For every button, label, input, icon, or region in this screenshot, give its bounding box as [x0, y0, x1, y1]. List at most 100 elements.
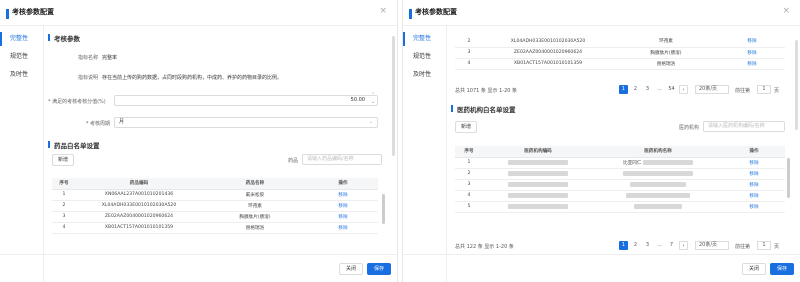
- cell-code: XL04ADH033E0010102030A520: [483, 36, 613, 48]
- cell-name: 替格瑞洛: [613, 58, 719, 70]
- drug-search-input[interactable]: 请输入药品编码/名称: [302, 154, 382, 165]
- cell-code: XB01ACT157A001010101359: [76, 222, 202, 234]
- tab-content: 考核参数 指标名称 完整率 指标说明 存在当前上传的购药数据，占同时段购药机构，…: [48, 26, 389, 254]
- goto-suffix: 页: [774, 88, 780, 94]
- cell-code: ZE02AAZ0040001020960624: [483, 47, 613, 59]
- table-row: 3 ZE02AAZ0040001020960624 胸腺肽片(肠溶) 移除: [52, 211, 378, 223]
- page-button[interactable]: 3: [643, 241, 652, 250]
- tab-completeness[interactable]: 完整性: [403, 32, 447, 46]
- config-dialog-right: 考核参数配置 × 完整性 规范性 及时性 2 XL04ADH033E001010…: [402, 0, 800, 282]
- save-button[interactable]: 保存: [367, 263, 391, 275]
- table-row: 3 移除: [455, 179, 785, 191]
- cell-code-redacted: [483, 168, 593, 180]
- dialog-footer: 关闭 保存: [403, 254, 800, 282]
- org-table: 序号 医药机构编码 医药机构名称 操作 1 比亚同仁 移除 2 移除 3 移除 …: [455, 146, 785, 213]
- remove-link[interactable]: 移除: [308, 222, 378, 234]
- table-row: 1 XN06AAL237A001010201436 氟米松胶 移除: [52, 189, 378, 201]
- threshold-input[interactable]: 50.00: [114, 95, 378, 106]
- org-search-input[interactable]: 请输入医药机构编码/名称: [703, 121, 785, 132]
- side-tabs: 完整性 规范性 及时性: [0, 26, 44, 282]
- threshold-label: * 满足的考核考核分值(%): [48, 99, 106, 105]
- page-button[interactable]: 3: [643, 85, 652, 94]
- page-button[interactable]: 1: [619, 85, 628, 94]
- remove-link[interactable]: 移除: [308, 189, 378, 201]
- cell-code-redacted: [483, 179, 593, 191]
- close-icon[interactable]: ×: [782, 6, 790, 16]
- remove-link[interactable]: 移除: [308, 211, 378, 223]
- table-row: 2 XL04ADH033E0010102030A520 环孢素 移除: [455, 36, 785, 48]
- cell-index: 4: [52, 222, 76, 234]
- cell-index: 3: [52, 211, 76, 223]
- spin-down-icon[interactable]: ⌄: [371, 99, 375, 105]
- drug-table: 序号 药品编码 药品名称 操作 1 XN06AAL237A00101020143…: [52, 178, 378, 234]
- goto-input[interactable]: 1: [757, 241, 771, 250]
- table-row: 3 ZE02AAZ0040001020960624 胸腺肽片(肠溶) 移除: [455, 47, 785, 59]
- cell-code: XB01ACT157A001010101359: [483, 58, 613, 70]
- remove-link[interactable]: 移除: [719, 47, 785, 59]
- table-row: 4 XB01ACT157A001010101359 替格瑞洛 移除: [455, 58, 785, 70]
- tab-timeliness[interactable]: 及时性: [403, 68, 447, 82]
- page-size-select[interactable]: 20条/页: [695, 241, 729, 250]
- close-button[interactable]: 关闭: [742, 263, 766, 275]
- cell-code-redacted: [483, 157, 593, 169]
- dialog-header: 考核参数配置 ×: [0, 0, 397, 26]
- remove-link[interactable]: 移除: [723, 157, 785, 169]
- page-button[interactable]: 2: [631, 241, 640, 250]
- table-scrollbar[interactable]: [382, 194, 385, 224]
- cell-name: 氟米松胶: [202, 189, 308, 201]
- goto-label: 前往第: [735, 88, 751, 94]
- page-size-select[interactable]: 20条/页: [695, 85, 729, 94]
- next-page-icon[interactable]: ›: [679, 241, 688, 250]
- org-search-placeholder: 请输入医药机构编码/名称: [708, 123, 765, 129]
- save-button[interactable]: 保存: [770, 263, 794, 275]
- page-button[interactable]: 1: [619, 241, 628, 250]
- table-header-row: 序号 药品编码 药品名称 操作: [52, 178, 378, 190]
- cell-index: 2: [52, 200, 76, 212]
- dialog-scrollbar[interactable]: [795, 40, 798, 130]
- remove-link[interactable]: 移除: [723, 179, 785, 191]
- add-button[interactable]: 新增: [455, 121, 477, 133]
- page-button[interactable]: 7: [667, 241, 676, 250]
- page-button[interactable]: 54: [667, 85, 676, 94]
- col-header-index: 序号: [52, 178, 76, 190]
- col-header-index: 序号: [455, 146, 483, 158]
- metric-name-value: 完整率: [102, 55, 118, 61]
- cell-name: 环孢素: [202, 200, 308, 212]
- cell-code: XL04ADH033E0010102030A520: [76, 200, 202, 212]
- remove-link[interactable]: 移除: [723, 201, 785, 213]
- tab-completeness[interactable]: 完整性: [0, 32, 44, 46]
- tab-timeliness[interactable]: 及时性: [0, 68, 44, 82]
- tab-standardization[interactable]: 规范性: [403, 50, 447, 64]
- spin-up-icon[interactable]: ⌃: [371, 92, 375, 98]
- page-ellipsis[interactable]: ...: [655, 85, 664, 94]
- page-ellipsis[interactable]: ...: [655, 241, 664, 250]
- remove-link[interactable]: 移除: [308, 200, 378, 212]
- goto-input[interactable]: 1: [757, 85, 771, 94]
- remove-link[interactable]: 移除: [719, 36, 785, 48]
- section-title-org-whitelist: 医药机构白名单设置: [451, 105, 516, 114]
- next-page-icon[interactable]: ›: [679, 85, 688, 94]
- tab-standardization[interactable]: 规范性: [0, 50, 44, 64]
- cycle-select[interactable]: 月 ⌄: [114, 117, 378, 128]
- cell-name-redacted: [593, 179, 723, 191]
- table-row: 4 移除: [455, 190, 785, 202]
- page-button[interactable]: 2: [631, 85, 640, 94]
- dialog-title: 考核参数配置: [12, 8, 54, 16]
- cell-index: 4: [455, 58, 483, 70]
- add-button[interactable]: 新增: [52, 154, 74, 166]
- table-row: 4 XB01ACT157A001010101359 替格瑞洛 移除: [52, 222, 378, 234]
- dialog-scrollbar[interactable]: [392, 36, 395, 156]
- table-scrollbar[interactable]: [787, 158, 790, 198]
- cell-name: 比亚同仁: [593, 157, 723, 169]
- dialog-title: 考核参数配置: [415, 8, 457, 16]
- remove-link[interactable]: 移除: [723, 190, 785, 202]
- metric-desc-label: 指标说明: [77, 75, 98, 81]
- remove-link[interactable]: 移除: [719, 58, 785, 70]
- side-tabs: 完整性 规范性 及时性: [403, 26, 447, 282]
- org-filter-label: 医药机构: [678, 125, 699, 131]
- remove-link[interactable]: 移除: [723, 168, 785, 180]
- section-title-params: 考核参数: [48, 34, 80, 43]
- close-button[interactable]: 关闭: [339, 263, 363, 275]
- close-icon[interactable]: ×: [379, 6, 387, 16]
- col-header-action: 操作: [723, 146, 785, 158]
